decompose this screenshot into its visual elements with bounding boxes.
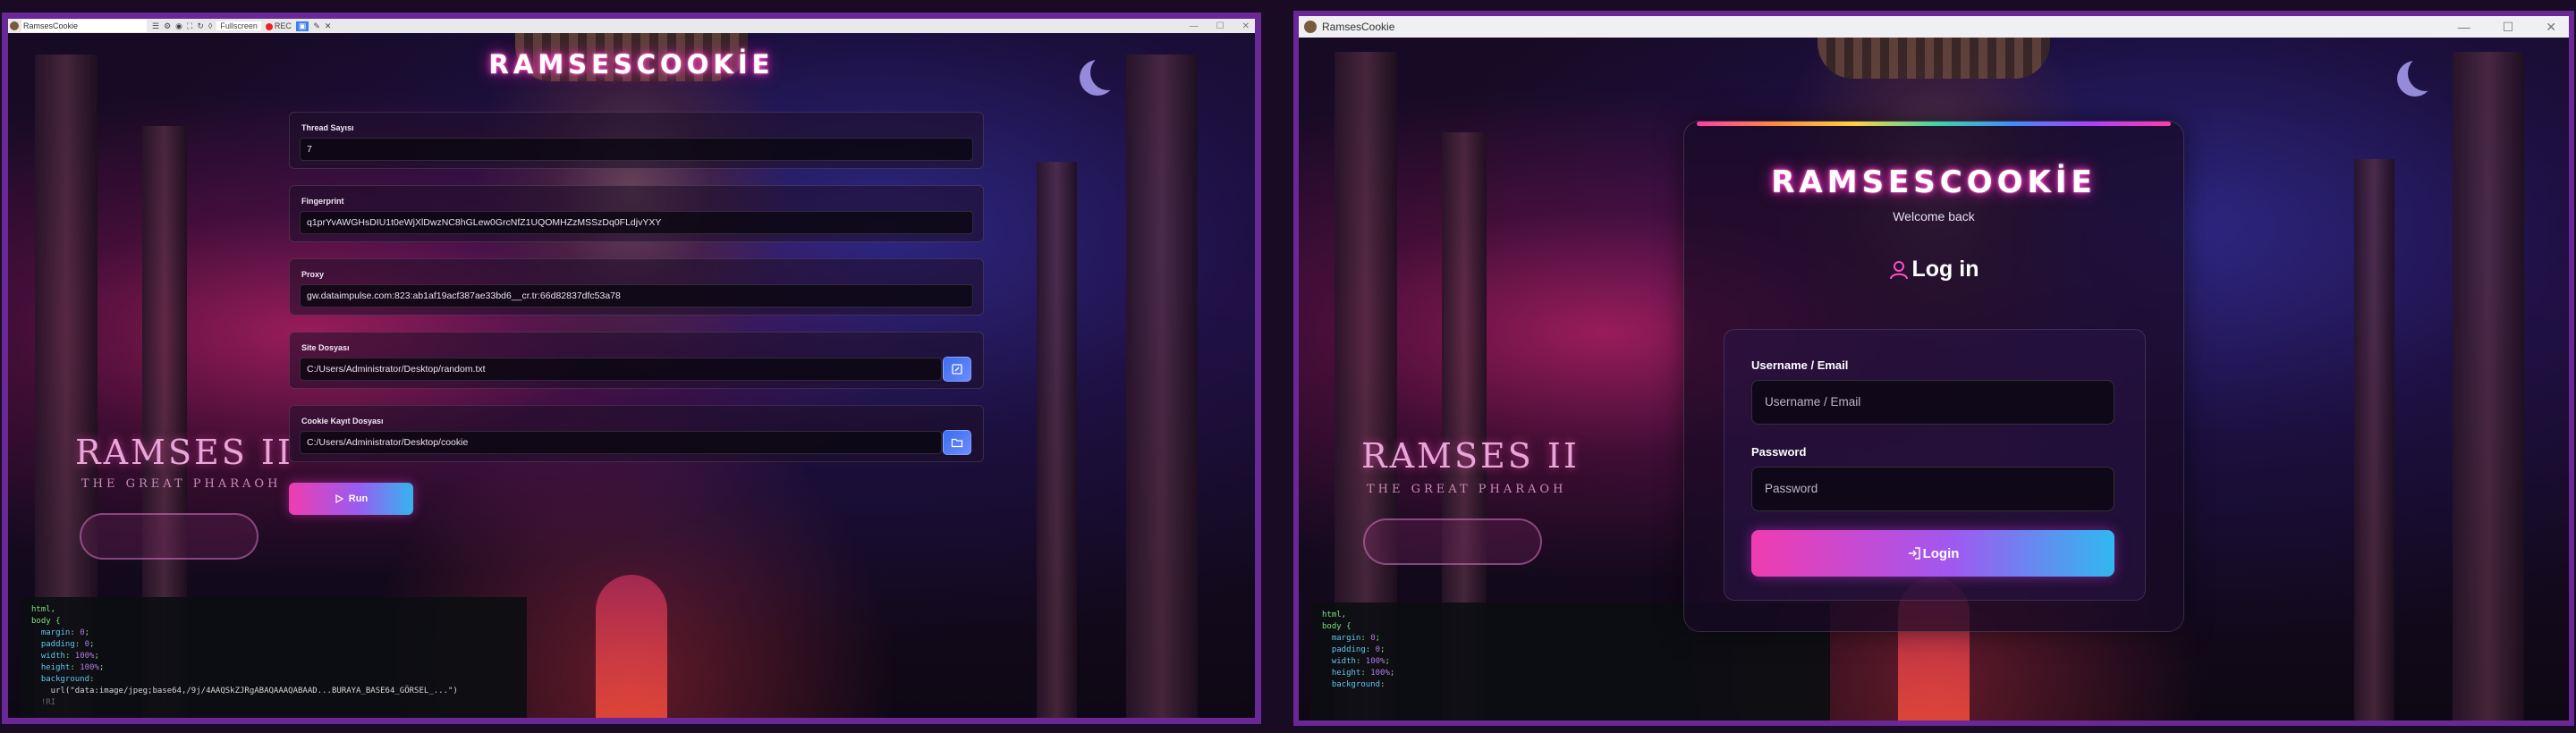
capture-toolbar: ☰ ⚙ ◉ ⛶ ↻ ◊ Fullscreen REC ▣ ✎ ✕ [152, 21, 331, 31]
crop-icon[interactable]: ⛶ [187, 21, 192, 31]
username-input[interactable]: Username / Email [1751, 380, 2114, 425]
screenshot-icon[interactable]: ▣ [295, 21, 309, 31]
minimize-icon[interactable]: — [2458, 20, 2470, 35]
login-window: RAMSES II THE GREAT PHARAOH RamsesCookie… [1293, 11, 2574, 726]
close-icon[interactable]: ✕ [2546, 20, 2556, 35]
browse-site-file-button[interactable] [943, 357, 971, 382]
rainbow-accent-bar [1697, 122, 2171, 126]
welcome-text: Welcome back [1893, 209, 1975, 223]
cookie-dir-input[interactable]: C:/Users/Administrator/Desktop/cookie [300, 431, 942, 454]
app-brand-title: RAMSESCOOKİE [488, 49, 775, 80]
app-brand-title: RAMSESCOOKİE [1771, 164, 2097, 200]
close-icon[interactable]: ✕ [1242, 21, 1250, 31]
proxy-label: Proxy [301, 270, 325, 279]
app-icon [1304, 21, 1317, 33]
code-line: html, [31, 605, 56, 614]
proxy-card: Proxy gw.dataimpulse.com:823:ab1af19acf3… [289, 258, 984, 316]
site-file-input[interactable]: C:/Users/Administrator/Desktop/random.tx… [300, 358, 942, 381]
code-line: margin: 0; [31, 628, 90, 637]
window-controls: — ☐ ✕ [2458, 20, 2556, 35]
css-code-panel: html, body { margin: 0; padding: 0; widt… [21, 597, 527, 718]
login-heading: Log in [1684, 257, 2183, 282]
fingerprint-label: Fingerprint [301, 197, 344, 206]
username-label: Username / Email [1751, 358, 1849, 372]
background-obelisk [2453, 52, 2524, 720]
hieroglyph-cartouche [1363, 518, 1542, 565]
cookie-dir-card: Cookie Kayıt Dosyası C:/Users/Administra… [289, 405, 984, 462]
maximize-icon[interactable]: ☐ [2503, 20, 2514, 35]
app-icon [10, 21, 19, 30]
code-line: background: [31, 675, 95, 684]
window-titlebar: RamsesCookie ☰ ⚙ ◉ ⛶ ↻ ◊ Fullscreen REC … [8, 19, 1255, 33]
window-title: RamsesCookie [1322, 21, 1395, 33]
close-toolbar-icon[interactable]: ✕ [325, 21, 332, 31]
hieroglyph-cartouche [80, 513, 258, 560]
code-line: url("data:image/jpeg;base64,/9j/4AAQSkZJ… [31, 687, 458, 695]
browse-cookie-dir-button[interactable] [943, 430, 971, 455]
window-titlebar: RamsesCookie — ☐ ✕ [1299, 16, 2569, 38]
run-label: Run [348, 493, 369, 504]
code-line: padding: 0; [31, 640, 95, 649]
thread-count-card: Thread Sayısı 7 [289, 112, 984, 169]
record-dot-icon [265, 22, 273, 30]
crescent-moon-icon [2408, 55, 2444, 91]
user-icon [1889, 260, 1908, 279]
code-line: margin: 0; [1322, 634, 1381, 643]
refresh-icon[interactable]: ↻ [197, 21, 204, 31]
window-title: RamsesCookie [21, 20, 147, 32]
login-card: RAMSESCOOKİE Welcome back Log in Usernam… [1683, 121, 2184, 632]
background-obelisk [2354, 159, 2394, 720]
folder-icon [951, 438, 963, 448]
code-line: width: 100%; [31, 652, 99, 661]
code-line: width: 100%; [1322, 657, 1390, 666]
site-file-label: Site Dosyası [301, 343, 350, 352]
ramses-title: RAMSES II [75, 433, 293, 472]
camera-icon[interactable]: ◉ [175, 21, 182, 31]
login-button[interactable]: Login [1751, 530, 2114, 577]
glowing-corridor [596, 575, 667, 718]
settings-icon[interactable]: ⚙ [164, 21, 171, 31]
run-button[interactable]: Run [289, 483, 413, 515]
ramses-subtitle: THE GREAT PHARAOH [81, 477, 282, 491]
password-input[interactable]: Password [1751, 467, 2114, 511]
edit-file-icon [952, 364, 962, 375]
record-label: REC [274, 21, 292, 30]
thread-count-input[interactable]: 7 [300, 138, 973, 161]
play-icon [335, 494, 343, 503]
minimize-icon[interactable]: — [1190, 21, 1199, 31]
code-line: height: 100%; [1322, 669, 1395, 678]
password-label: Password [1751, 445, 1807, 459]
login-arrow-icon [1908, 547, 1920, 560]
window-controls: — ☐ ✕ [1190, 21, 1250, 31]
code-line: !RI [31, 698, 56, 707]
code-line: height: 100%; [31, 663, 105, 672]
record-button[interactable]: REC [265, 21, 292, 30]
code-line: padding: 0; [1322, 645, 1385, 654]
maximize-icon[interactable]: ☐ [1216, 21, 1224, 31]
site-file-card: Site Dosyası C:/Users/Administrator/Desk… [289, 332, 984, 389]
fingerprint-card: Fingerprint q1prYvAWGHsDIU1t0eWjXlDwzNC8… [289, 185, 984, 242]
pen-icon[interactable]: ✎ [313, 21, 320, 31]
login-form: Username / Email Username / Email Passwo… [1724, 329, 2146, 601]
menu-icon[interactable]: ☰ [152, 21, 159, 31]
login-button-label: Login [1922, 545, 1960, 561]
background-obelisk [1126, 55, 1198, 718]
ramses-title: RAMSES II [1361, 436, 1580, 476]
login-heading-text: Log in [1911, 257, 1979, 282]
fingerprint-input[interactable]: q1prYvAWGHsDIU1t0eWjXlDwzNC8hGLew0GrcNfZ… [300, 211, 973, 234]
background-obelisk [1037, 162, 1077, 718]
proxy-input[interactable]: gw.dataimpulse.com:823:ab1af19acf387ae33… [300, 284, 973, 308]
ramses-subtitle: THE GREAT PHARAOH [1367, 483, 1567, 496]
drop-icon[interactable]: ◊ [208, 21, 212, 30]
thread-count-label: Thread Sayısı [301, 123, 354, 132]
main-app-window: RAMSES II THE GREAT PHARAOH RamsesCookie… [2, 13, 1261, 724]
fullscreen-button[interactable]: Fullscreen [216, 21, 261, 30]
code-line: background: [1322, 680, 1385, 689]
code-line: body { [31, 617, 61, 626]
cookie-dir-label: Cookie Kayıt Dosyası [301, 417, 384, 425]
